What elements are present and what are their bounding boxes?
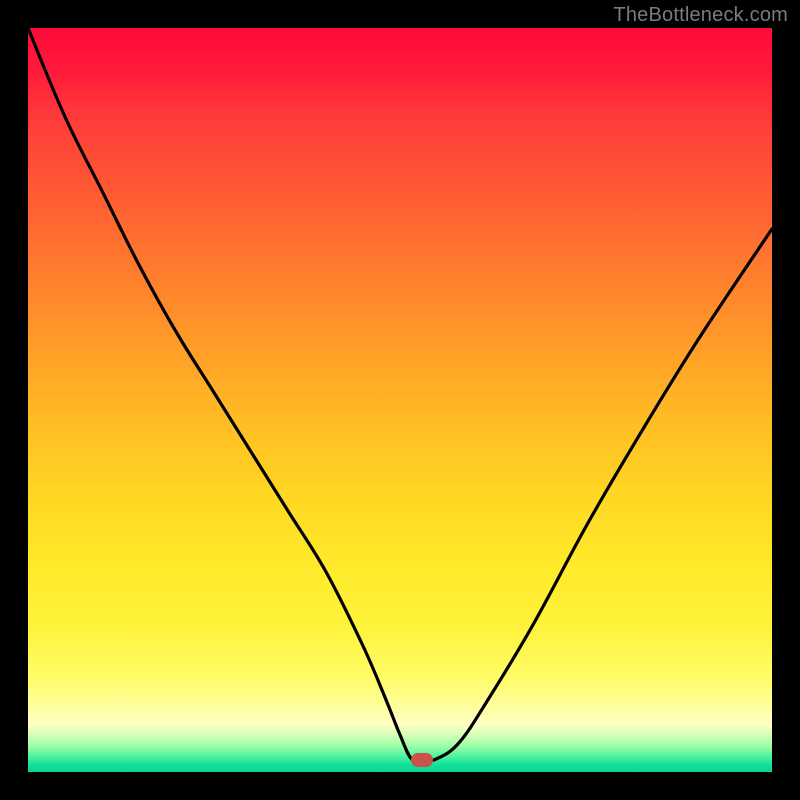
watermark-text: TheBottleneck.com: [613, 4, 788, 27]
plot-area: [28, 28, 772, 772]
chart-frame: TheBottleneck.com: [0, 0, 800, 800]
optimal-point-marker: [411, 753, 433, 767]
bottleneck-curve: [28, 28, 772, 772]
